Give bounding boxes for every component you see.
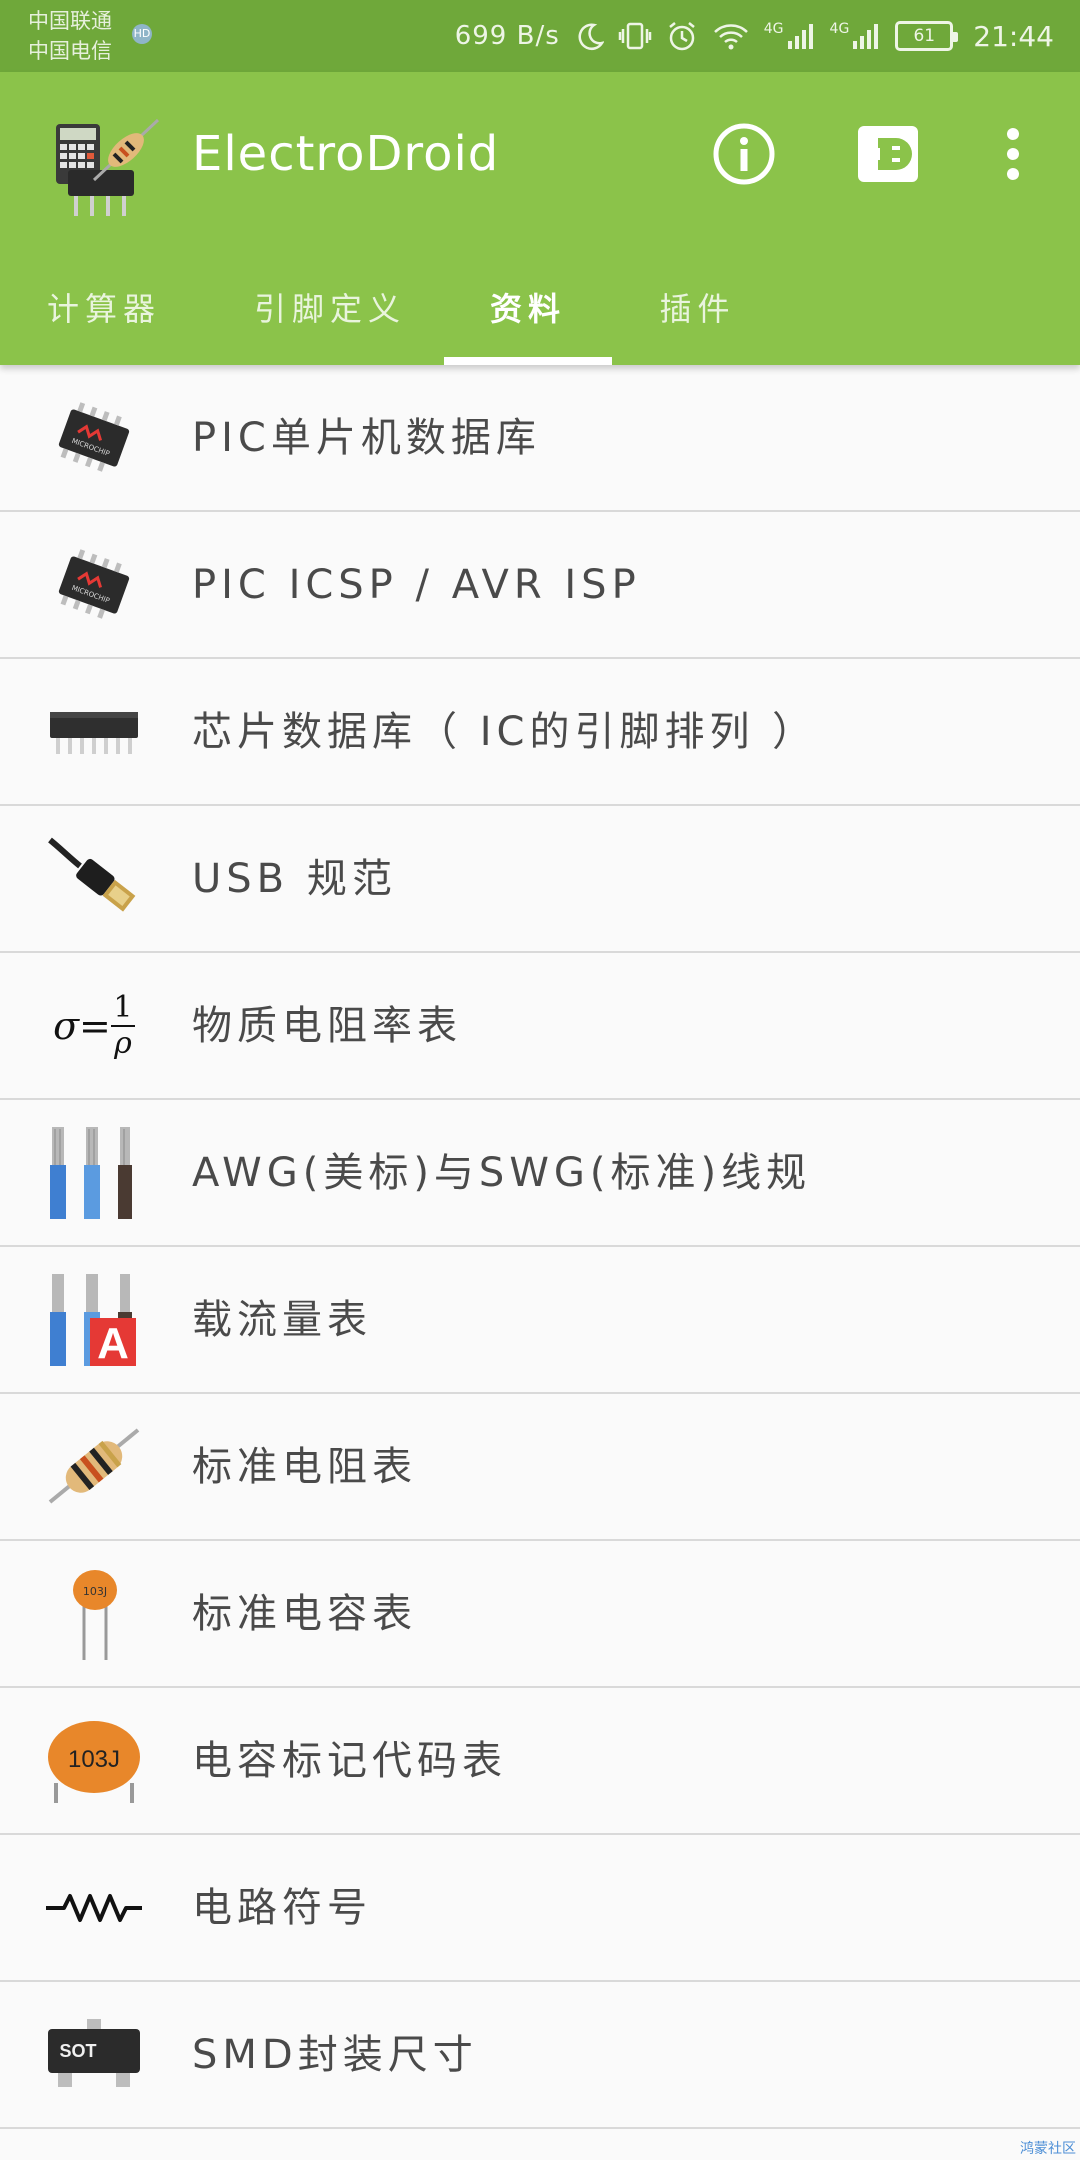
list-item-pic-database[interactable]: MICROCHIP PIC单片机数据库 [0,365,1080,512]
signal-group-1: 4G [764,21,816,51]
app-logo-icon [56,118,160,216]
tab-label: 计算器 [46,290,161,328]
signal-icon [787,24,813,49]
list-item-label: 标准电阻表 [192,1444,417,1490]
info-button[interactable] [706,116,782,192]
list-item-capacitor-code[interactable]: 103J 电容标记代码表 [0,1688,1080,1835]
app-bar: ElectroDroid 计算器 引脚定义 资料 插件 [0,72,1080,365]
list-item-ic-database[interactable]: 芯片数据库（ IC的引脚排列 ） [0,659,1080,806]
tab-plugins[interactable]: 插件 [630,272,765,365]
tab-indicator [444,357,612,365]
list-item-label: USB 规范 [192,856,397,902]
list-item-capacitor-table[interactable]: 103J 标准电容表 [0,1541,1080,1688]
conductivity-formula-icon: σ= 1 ρ [44,981,144,1071]
circuit-symbol-icon [44,1863,144,1953]
list-item-label: SMD封装尺寸 [192,2032,478,2078]
list-item-usb[interactable]: USB 规范 [0,806,1080,953]
formula-sigma: σ= [53,1004,111,1048]
ceramic-capacitor-icon: 103J [44,1569,144,1660]
tab-label: 资料 [489,290,566,328]
list-item-awg-swg[interactable]: AWG(美标)与SWG(标准)线规 [0,1100,1080,1247]
formula-numerator: 1 [113,990,133,1025]
smd-label: SOT [59,2041,96,2061]
ampacity-letter: A [97,1319,129,1368]
list-item-label: AWG(美标)与SWG(标准)线规 [192,1150,812,1196]
moon-icon [578,23,604,50]
plugins-button[interactable] [850,116,926,192]
list-item-label: 电容标记代码表 [192,1738,507,1784]
microchip-icon: MICROCHIP [44,540,144,630]
alarm-icon [668,22,695,51]
more-vert-icon [1007,128,1019,180]
list-item-pic-icsp[interactable]: MICROCHIP PIC ICSP / AVR ISP [0,512,1080,659]
wires-icon [44,1127,144,1219]
clock: 21:44 [973,19,1054,53]
list-item-label: 电路符号 [192,1885,372,1931]
overflow-menu-button[interactable] [975,116,1051,192]
list-item-label: 芯片数据库（ IC的引脚排列 ） [192,709,818,755]
wifi-icon [713,24,748,50]
status-icons: 699 B/s 4G 4G 61 21:44 [455,0,1054,72]
tab-pinouts[interactable]: 引脚定义 [230,272,430,365]
tab-bar: 计算器 引脚定义 资料 插件 [0,272,1080,365]
status-bar: 中国联通 中国电信 HD 699 B/s 4G 4G 61 21:44 [0,0,1080,72]
resistor-icon [44,1422,144,1512]
info-icon [713,123,775,185]
ampacity-wires-icon: A [44,1274,144,1368]
usb-plug-icon [44,834,144,924]
capacitor-code-big: 103J [68,1746,120,1773]
battery-icon: 61 [895,21,959,51]
tab-calculators[interactable]: 计算器 [24,272,184,365]
capacitor-code-icon: 103J [44,1716,144,1806]
signal-icon [853,24,879,49]
network-speed: 699 B/s [454,21,560,51]
dip-chip-icon [44,687,144,777]
list-item-circuit-symbols[interactable]: 电路符号 [0,1835,1080,1982]
list-item-label: 物质电阻率表 [192,1003,462,1049]
carrier-2: 中国电信 [28,39,112,63]
list-item-label: 标准电容表 [192,1591,417,1637]
tab-resources[interactable]: 资料 [444,272,612,365]
vibrate-icon [618,22,652,50]
app-title: ElectroDroid [192,126,500,182]
list-item-label: PIC ICSP / AVR ISP [192,562,641,608]
list-item-label: PIC单片机数据库 [192,415,541,461]
list-item-smd-packages[interactable]: SOT SMD封装尺寸 [0,1982,1080,2129]
tab-label: 插件 [659,290,736,328]
capacitor-code-small: 103J [83,1585,107,1598]
resource-list: MICROCHIP PIC单片机数据库 MICROCHIP PIC ICSP /… [0,365,1080,2129]
list-item-resistivity[interactable]: σ= 1 ρ 物质电阻率表 [0,953,1080,1100]
tab-label: 引脚定义 [253,290,406,328]
smd-package-icon: SOT [44,2010,144,2100]
list-item-ampacity[interactable]: A 载流量表 [0,1247,1080,1394]
signal-group-2: 4G [830,21,882,51]
network-type-1: 4G [763,21,784,37]
watermark: 鸿蒙社区 [1020,2141,1076,2157]
list-item-resistor-table[interactable]: 标准电阻表 [0,1394,1080,1541]
plug-icon [858,126,918,182]
list-item-label: 载流量表 [192,1297,372,1343]
network-type-2: 4G [829,21,850,37]
formula-denominator: ρ [114,1026,132,1061]
hd-badge: HD [132,24,152,44]
carrier-info: 中国联通 中国电信 [28,6,112,66]
carrier-1: 中国联通 [28,9,112,33]
microchip-icon: MICROCHIP [44,393,144,483]
